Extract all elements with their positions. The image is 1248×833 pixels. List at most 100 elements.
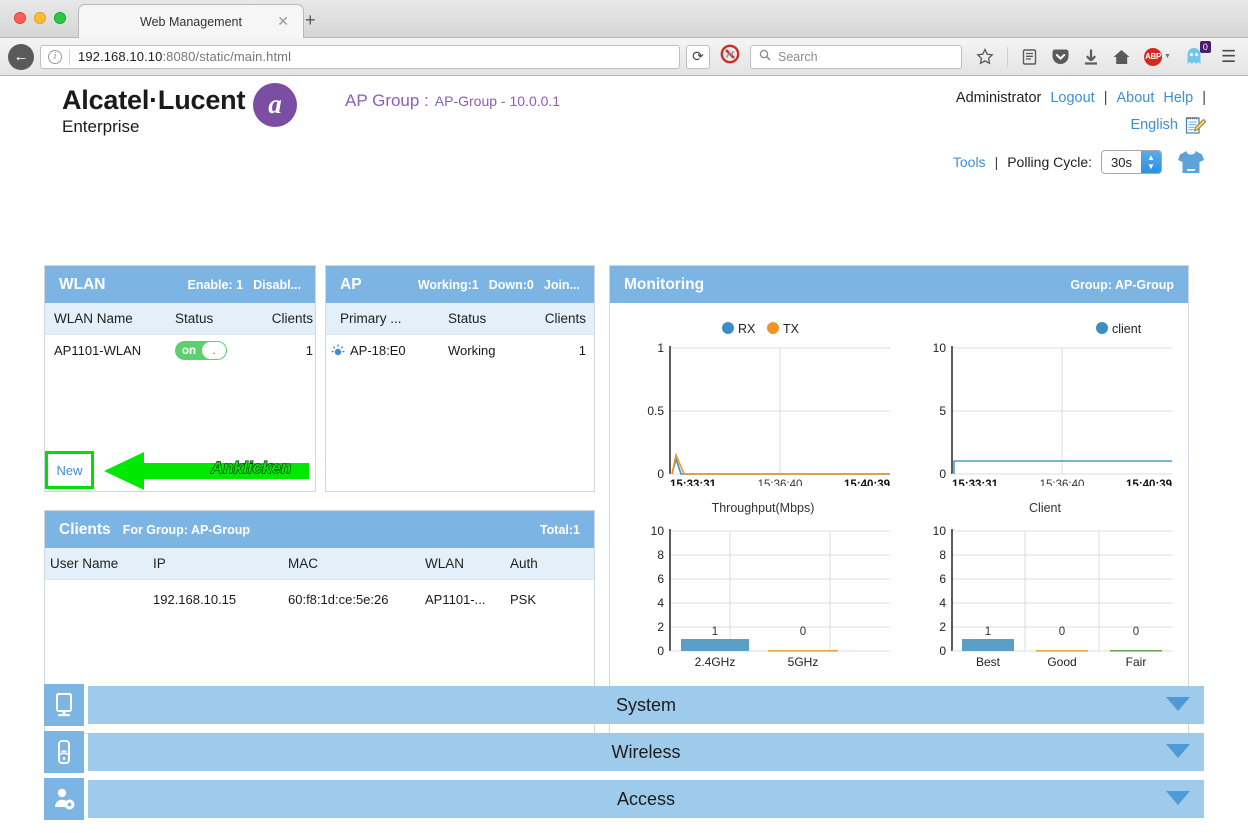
toolbar-divider: [1007, 47, 1008, 67]
noscript-icon[interactable]: [720, 44, 740, 69]
ap-row-name: AP-18:E0: [350, 343, 406, 358]
toggle-switch[interactable]: on .: [175, 341, 227, 360]
monitoring-panel-header: Monitoring Group: AP-Group: [610, 266, 1188, 303]
clients-row-mac: 60:f8:1d:ce:5e:26: [288, 592, 425, 607]
minimize-window-button[interactable]: [34, 12, 46, 24]
ap-col-clients: Clients: [530, 311, 586, 326]
browser-tab[interactable]: Web Management ✕: [78, 4, 304, 38]
ap-down-count: Down:0: [489, 278, 534, 292]
wlan-panel-header: WLAN Enable: 1 Disabl...: [45, 266, 315, 303]
svg-text:4: 4: [939, 596, 946, 610]
wlan-disable-count: Disabl...: [253, 278, 301, 292]
new-tab-button[interactable]: +: [305, 12, 316, 28]
svg-text:0.5: 0.5: [647, 404, 664, 418]
brand-subtitle: Enterprise: [62, 117, 245, 137]
bookmark-star-icon[interactable]: [976, 48, 994, 66]
user-settings-icon: [44, 778, 84, 820]
accordion-system[interactable]: System: [44, 684, 1204, 726]
ghostery-count-badge: 0: [1200, 41, 1211, 53]
legend-rx: RX: [738, 322, 756, 336]
svg-text:5: 5: [939, 404, 946, 418]
svg-text:Fair: Fair: [1126, 655, 1147, 669]
svg-text:0: 0: [800, 626, 806, 638]
tab-close-icon[interactable]: ✕: [277, 14, 289, 28]
tools-link[interactable]: Tools: [953, 154, 986, 170]
address-bar[interactable]: i 192.168.10.10:8080/static/main.html: [40, 45, 680, 69]
ap-join-count: Join...: [544, 278, 580, 292]
reader-list-icon[interactable]: [1021, 48, 1038, 66]
wlan-status-toggle[interactable]: on .: [175, 341, 255, 360]
svg-text:15:36:40: 15:36:40: [758, 479, 803, 486]
clients-col-wlan: WLAN: [425, 556, 510, 571]
search-placeholder: Search: [778, 50, 818, 64]
svg-text:6: 6: [939, 572, 946, 586]
ghostery-icon[interactable]: 0: [1184, 46, 1204, 68]
ap-row-name-cell: AP-18:E0: [326, 343, 448, 358]
clients-row-wlan: AP1101-...: [425, 592, 510, 607]
close-window-button[interactable]: [14, 12, 26, 24]
back-button[interactable]: ←: [8, 44, 34, 70]
svg-text:15:40:39: 15:40:39: [1126, 479, 1172, 486]
site-info-icon[interactable]: i: [48, 50, 62, 64]
chevron-down-icon[interactable]: [1166, 744, 1190, 758]
wlan-col-status: Status: [175, 311, 255, 326]
table-row[interactable]: 192.168.10.15 60:f8:1d:ce:5e:26 AP1101-.…: [45, 580, 594, 618]
new-wlan-button[interactable]: New: [45, 451, 94, 489]
theme-tshirt-icon[interactable]: [1176, 149, 1206, 175]
svg-text:2: 2: [657, 620, 664, 634]
url-path: /static/main.html: [195, 49, 291, 64]
home-icon[interactable]: [1112, 48, 1131, 66]
pocket-icon[interactable]: [1051, 48, 1070, 66]
accordion-system-body[interactable]: System: [88, 686, 1204, 724]
svg-text:10: 10: [651, 524, 665, 538]
about-link[interactable]: About: [1116, 90, 1154, 106]
downloads-icon[interactable]: [1083, 48, 1099, 66]
clients-table-header: User Name IP MAC WLAN Auth: [45, 548, 594, 580]
table-row[interactable]: AP-18:E0 Working 1: [326, 335, 594, 366]
language-link[interactable]: English: [1130, 117, 1178, 133]
logout-link[interactable]: Logout: [1050, 90, 1094, 106]
client-chart-title: Client: [910, 501, 1180, 515]
header-separator-1: |: [1104, 90, 1108, 106]
accordion-wireless-body[interactable]: Wireless: [88, 733, 1204, 771]
brand-logo: Alcatel·Lucent Enterprise: [62, 85, 245, 137]
clients-col-mac: MAC: [288, 556, 425, 571]
polling-cycle-select[interactable]: 30s ▲▼: [1101, 150, 1162, 174]
ap-table-header: Primary ... Status Clients: [326, 303, 594, 335]
wlan-panel-title: WLAN: [59, 276, 106, 294]
logo-glyph: a: [268, 89, 282, 120]
alcatel-lucent-logo-icon: a: [253, 83, 297, 127]
access-point-status-icon: [331, 344, 345, 358]
adblock-plus-icon[interactable]: ABP ▼: [1144, 48, 1171, 66]
clients-col-user: User Name: [45, 556, 153, 571]
reload-button[interactable]: ⟳: [686, 45, 710, 69]
address-bar-url: 192.168.10.10:8080/static/main.html: [78, 49, 291, 64]
svg-text:1: 1: [657, 341, 664, 355]
legend-tx: TX: [783, 322, 800, 336]
monitoring-panel: Monitoring Group: AP-Group RX TX 1 0.5: [609, 265, 1189, 734]
url-port: :8080: [162, 49, 195, 64]
clients-row-ip: 192.168.10.15: [153, 592, 288, 607]
chevron-down-icon[interactable]: [1166, 791, 1190, 805]
svg-text:1: 1: [985, 626, 991, 638]
accordion-access[interactable]: Access: [44, 778, 1204, 820]
browser-menu-icon[interactable]: ☰: [1221, 47, 1236, 67]
svg-text:0: 0: [939, 644, 946, 658]
ap-panel: AP Working:1 Down:0 Join... Primary ... …: [325, 265, 595, 492]
ap-col-primary: Primary ...: [326, 311, 448, 326]
help-link[interactable]: Help: [1163, 90, 1193, 106]
maximize-window-button[interactable]: [54, 12, 66, 24]
browser-window: Web Management ✕ + ← i 192.168.10.10:808…: [0, 0, 1248, 833]
edit-note-icon[interactable]: [1184, 114, 1206, 136]
polling-cycle-label: Polling Cycle:: [1007, 154, 1092, 170]
ap-row-clients: 1: [530, 343, 586, 358]
table-row[interactable]: AP1101-WLAN on . 1: [45, 335, 315, 366]
accordion-access-body[interactable]: Access: [88, 780, 1204, 818]
toggle-knob: .: [202, 342, 226, 359]
chevron-down-icon[interactable]: [1166, 697, 1190, 711]
wlan-table-header: WLAN Name Status Clients: [45, 303, 315, 335]
search-bar[interactable]: Search: [750, 45, 962, 69]
monitor-icon: [44, 684, 84, 726]
accordion-wireless[interactable]: Wireless: [44, 731, 1204, 773]
clients-panel-header: Clients For Group: AP-Group Total:1: [45, 511, 594, 548]
